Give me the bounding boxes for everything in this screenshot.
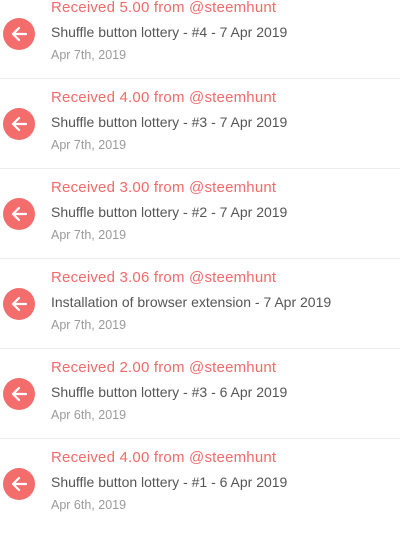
transaction-description: Shuffle button lottery - #1 - 6 Apr 2019 [51,474,288,490]
transaction-item[interactable]: Received 5.00 from @steemhunt Shuffle bu… [0,0,400,79]
transaction-title: Received 3.00 from @steemhunt [51,179,277,196]
arrow-left-icon [3,468,35,500]
transaction-date: Apr 7th, 2019 [51,318,127,332]
transaction-item[interactable]: Received 3.00 from @steemhunt Shuffle bu… [0,169,400,259]
arrow-left-icon [3,288,35,320]
transaction-date: Apr 7th, 2019 [51,48,127,62]
transaction-title: Received 5.00 from @steemhunt [51,0,277,16]
transaction-description: Shuffle button lottery - #2 - 7 Apr 2019 [51,204,288,220]
transaction-item[interactable]: Received 2.00 from @steemhunt Shuffle bu… [0,349,400,439]
transaction-item[interactable]: Received 3.06 from @steemhunt Installati… [0,259,400,349]
transaction-title: Received 3.06 from @steemhunt [51,269,277,286]
transaction-description: Shuffle button lottery - #3 - 6 Apr 2019 [51,384,288,400]
transaction-description: Shuffle button lottery - #3 - 7 Apr 2019 [51,114,288,130]
arrow-left-icon [3,18,35,50]
transaction-list: Received 5.00 from @steemhunt Shuffle bu… [0,0,400,529]
transaction-date: Apr 6th, 2019 [51,408,127,422]
transaction-date: Apr 6th, 2019 [51,498,127,512]
transaction-item[interactable]: Received 4.00 from @steemhunt Shuffle bu… [0,439,400,529]
transaction-item[interactable]: Received 4.00 from @steemhunt Shuffle bu… [0,79,400,169]
transaction-title: Received 2.00 from @steemhunt [51,359,277,376]
transaction-description: Shuffle button lottery - #4 - 7 Apr 2019 [51,24,288,40]
transaction-title: Received 4.00 from @steemhunt [51,89,277,106]
arrow-left-icon [3,108,35,140]
transaction-title: Received 4.00 from @steemhunt [51,449,277,466]
transaction-date: Apr 7th, 2019 [51,138,127,152]
transaction-date: Apr 7th, 2019 [51,228,127,242]
transaction-description: Installation of browser extension - 7 Ap… [51,294,332,310]
arrow-left-icon [3,378,35,410]
arrow-left-icon [3,198,35,230]
